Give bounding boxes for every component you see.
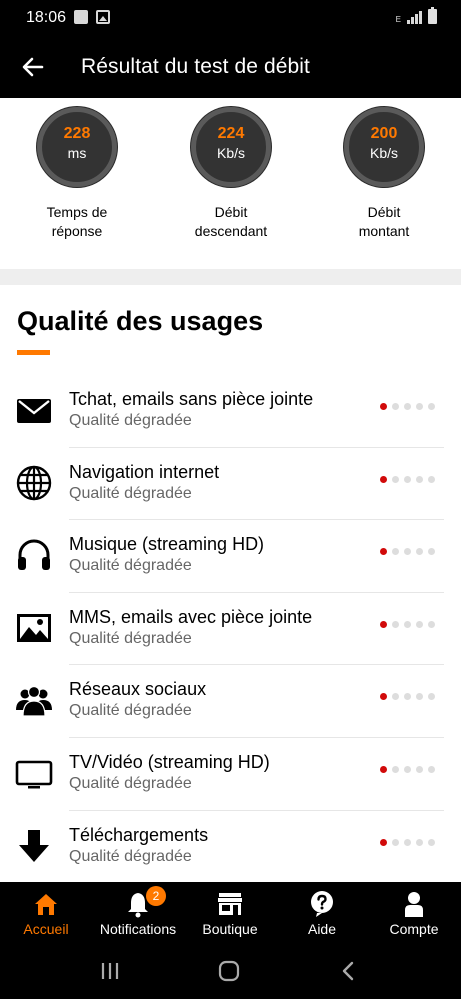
nav-item-shop[interactable]: Boutique xyxy=(184,882,276,942)
quality-dots xyxy=(380,693,435,701)
account-icon xyxy=(405,892,423,917)
usage-quality: Qualité dégradée xyxy=(69,847,192,865)
nav-item-account[interactable]: Compte xyxy=(368,882,460,942)
metric-label: Temps de réponse xyxy=(46,204,108,239)
quality-dots xyxy=(380,475,435,483)
usage-name: MMS, emails avec pièce jointe xyxy=(69,606,313,627)
nav-label: Notifications xyxy=(99,921,177,937)
app-header: Résultat du test de débit xyxy=(0,36,461,98)
notification-icon xyxy=(74,10,88,24)
people-icon xyxy=(16,686,52,717)
nav-item-home[interactable]: Accueil xyxy=(0,882,92,942)
notification-badge: 2 xyxy=(146,886,166,906)
usage-name: TV/Vidéo (streaming HD) xyxy=(69,751,270,772)
bottom-nav: Accueil 2 Notifications Boutique Aide Co… xyxy=(0,882,461,942)
usage-quality: Qualité dégradée xyxy=(69,702,192,720)
battery-icon xyxy=(428,7,437,24)
headphones-icon xyxy=(18,539,50,571)
status-bar: 18:06 E xyxy=(0,0,461,36)
home-icon xyxy=(35,894,57,915)
home-button-icon[interactable] xyxy=(217,959,241,983)
usage-list: Tchat, emails sans pièce jointe Qualité … xyxy=(0,375,461,882)
help-icon xyxy=(311,891,333,917)
download-icon xyxy=(19,829,49,862)
metric-gauge: 228 ms xyxy=(37,107,117,187)
list-item[interactable]: Téléchargements Qualité dégradée xyxy=(0,811,461,882)
metric-download: 224 Kb/s Débit descendant xyxy=(161,107,301,241)
title-accent-bar xyxy=(17,350,50,355)
system-nav-bar xyxy=(0,942,461,999)
status-time: 18:06 xyxy=(26,9,67,26)
metric-gauge: 224 Kb/s xyxy=(191,107,271,187)
nav-label: Boutique xyxy=(202,921,258,937)
metric-label: Débit montant xyxy=(358,204,410,239)
metric-gauge: 200 Kb/s xyxy=(344,107,424,187)
usage-quality: Qualité dégradée xyxy=(69,484,192,502)
list-item[interactable]: Musique (streaming HD) Qualité dégradée xyxy=(0,520,461,593)
metric-response-time: 228 ms Temps de réponse xyxy=(7,107,147,241)
metric-upload: 200 Kb/s Débit montant xyxy=(314,107,454,241)
signal-icon xyxy=(407,10,422,24)
list-item[interactable]: Tchat, emails sans pièce jointe Qualité … xyxy=(0,375,461,448)
list-item[interactable]: MMS, emails avec pièce jointe Qualité dé… xyxy=(0,593,461,666)
metric-value: 200 xyxy=(370,125,398,142)
nav-label: Compte xyxy=(389,921,439,937)
page-title: Résultat du test de débit xyxy=(81,55,310,78)
list-item[interactable]: Réseaux sociaux Qualité dégradée xyxy=(0,665,461,738)
nav-label: Accueil xyxy=(23,921,69,937)
nav-label: Aide xyxy=(307,921,337,937)
gallery-notification-icon xyxy=(96,10,110,24)
metric-value: 228 xyxy=(63,125,91,142)
usage-quality: Qualité dégradée xyxy=(69,629,192,647)
metric-unit: Kb/s xyxy=(216,145,245,161)
usage-name: Navigation internet xyxy=(69,461,220,482)
back-nav-icon[interactable] xyxy=(337,959,361,983)
usage-quality: Qualité dégradée xyxy=(69,412,192,429)
globe-icon xyxy=(16,465,52,500)
usage-name: Téléchargements xyxy=(69,824,209,845)
section-title: Qualité des usages xyxy=(17,306,264,336)
quality-dots xyxy=(380,620,435,628)
recent-apps-icon[interactable] xyxy=(98,959,122,983)
section-divider xyxy=(0,269,461,285)
network-type: E xyxy=(395,15,401,24)
image-icon xyxy=(17,613,51,642)
usage-quality: Qualité dégradée xyxy=(69,774,192,792)
metric-unit: ms xyxy=(67,145,87,161)
quality-dots xyxy=(380,765,435,773)
quality-dots xyxy=(380,548,435,556)
usage-name: Musique (streaming HD) xyxy=(69,534,265,555)
usage-name: Tchat, emails sans pièce jointe xyxy=(69,389,314,409)
usage-name: Réseaux sociaux xyxy=(69,679,207,700)
nav-item-notifications[interactable]: 2 Notifications xyxy=(92,882,184,942)
tv-icon xyxy=(15,760,53,789)
shop-icon xyxy=(218,893,242,915)
back-button[interactable] xyxy=(18,52,48,82)
nav-item-help[interactable]: Aide xyxy=(276,882,368,942)
list-item[interactable]: TV/Vidéo (streaming HD) Qualité dégradée xyxy=(0,738,461,811)
speed-test-metrics: 228 ms Temps de réponse 224 Kb/s Débit d… xyxy=(0,98,461,268)
envelope-icon xyxy=(17,399,51,423)
usage-quality: Qualité dégradée xyxy=(69,557,192,575)
list-item[interactable]: Navigation internet Qualité dégradée xyxy=(0,448,461,521)
arrow-left-icon xyxy=(22,57,44,77)
metric-unit: Kb/s xyxy=(369,145,398,161)
quality-dots xyxy=(380,838,435,846)
quality-dots xyxy=(380,403,435,410)
main-content: 228 ms Temps de réponse 224 Kb/s Débit d… xyxy=(0,98,461,882)
metric-value: 224 xyxy=(217,125,245,142)
metric-label: Débit descendant xyxy=(194,204,268,239)
